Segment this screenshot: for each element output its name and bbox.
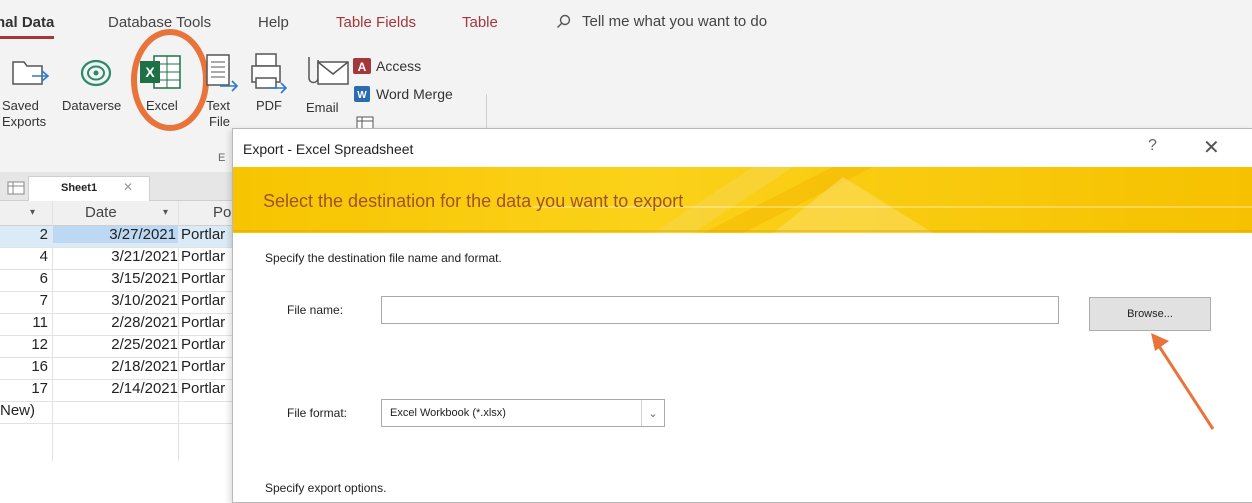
access-label: Access: [376, 58, 422, 74]
dataverse-label: Dataverse: [62, 98, 122, 113]
row-date: 3/10/2021: [111, 292, 178, 309]
word-merge-label: Word Merge: [376, 86, 453, 102]
column-header-date[interactable]: Date ▾: [53, 201, 178, 226]
row-date: 3/15/2021: [111, 270, 178, 287]
text-file-icon: [206, 54, 239, 92]
pdf-icon: [251, 53, 288, 94]
dataverse-icon: [80, 59, 112, 87]
saved-exports-button[interactable]: [8, 52, 50, 97]
browse-button[interactable]: Browse...: [1089, 297, 1211, 331]
row-id: 16: [31, 358, 48, 375]
row-city: Portlar: [181, 336, 226, 353]
saved-exports-label: Saved Exports: [2, 98, 47, 129]
pdf-export-button[interactable]: [250, 52, 290, 99]
word-merge-icon: W: [354, 86, 370, 102]
row-date: 3/27/2021: [53, 226, 178, 243]
export-options-text: Specify export options.: [265, 481, 387, 495]
export-dialog: Export - Excel Spreadsheet ? ✕ Select th…: [232, 128, 1252, 503]
chevron-down-icon[interactable]: ⌄: [641, 400, 664, 426]
row-city: Portlar: [181, 248, 226, 265]
row-id: 6: [39, 270, 48, 287]
row-id: 2: [39, 226, 48, 243]
new-row-label: New): [0, 402, 36, 419]
row-city: Portlar: [181, 270, 226, 287]
svg-text:A: A: [358, 60, 367, 74]
file-format-select[interactable]: Excel Workbook (*.xlsx) ⌄: [381, 399, 665, 427]
dataverse-button[interactable]: [76, 54, 116, 97]
row-id: 17: [31, 380, 48, 397]
table-row[interactable]: 2 3/27/2021 Portlar: [0, 226, 240, 248]
new-row[interactable]: New): [0, 402, 240, 424]
banner-heading: Select the destination for the data you …: [263, 191, 684, 211]
datasheet-grid: ▾ Date ▾ Po 2 3/27/2021 Portlar 4 3/21/2…: [0, 201, 240, 501]
close-tab-icon[interactable]: ✕: [123, 180, 133, 194]
row-id: 11: [32, 314, 48, 331]
row-id: 12: [31, 336, 48, 353]
file-format-label: File format:: [287, 406, 348, 420]
dropdown-arrow-icon: ▾: [163, 207, 169, 218]
text-file-button[interactable]: [204, 52, 240, 99]
table-row[interactable]: 16 2/18/2021 Portlar: [0, 358, 240, 380]
sheet-tab-label: Sheet1: [61, 182, 98, 194]
file-name-input[interactable]: [381, 296, 1059, 324]
pdf-label: PDF: [256, 98, 282, 113]
table-row[interactable]: 17 2/14/2021 Portlar: [0, 380, 240, 402]
row-city: Portlar: [181, 314, 226, 331]
row-city: Portlar: [181, 380, 226, 397]
row-date: 2/18/2021: [111, 358, 178, 375]
help-button[interactable]: ?: [1148, 137, 1157, 155]
table-row[interactable]: 7 3/10/2021 Portlar: [0, 292, 240, 314]
row-date: 2/28/2021: [111, 314, 178, 331]
dialog-title: Export - Excel Spreadsheet: [243, 141, 414, 157]
column-header-date-label: Date: [85, 204, 117, 221]
svg-text:W: W: [357, 90, 367, 101]
column-header-city[interactable]: Po: [179, 201, 240, 226]
row-id: 7: [39, 292, 48, 309]
file-format-value: Excel Workbook (*.xlsx): [390, 407, 506, 419]
tab-sheet1[interactable]: Sheet1 ✕: [7, 176, 150, 201]
row-id: 4: [39, 248, 48, 265]
column-header-city-label: Po: [213, 204, 232, 221]
browse-button-label: Browse...: [1127, 308, 1173, 320]
close-icon[interactable]: ✕: [1203, 135, 1220, 160]
document-tab-strip: Sheet1 ✕: [0, 172, 240, 201]
tell-me-text: Tell me what you want to do: [582, 13, 768, 30]
row-date: 2/25/2021: [111, 336, 178, 353]
access-export-button[interactable]: A Access: [352, 56, 421, 76]
tab-table-fields[interactable]: Table Fields: [336, 14, 416, 31]
search-icon: [557, 14, 571, 28]
email-export-button[interactable]: [306, 54, 350, 95]
row-city: Portlar: [181, 292, 226, 309]
email-icon: [308, 57, 349, 85]
table-row[interactable]: 11 2/28/2021 Portlar: [0, 314, 240, 336]
table-row[interactable]: 12 2/25/2021 Portlar: [0, 336, 240, 358]
instruction-text: Specify the destination file name and fo…: [265, 251, 502, 265]
export-group-label: E: [218, 152, 226, 164]
row-date: 3/21/2021: [111, 248, 178, 265]
tab-table[interactable]: Table: [462, 14, 498, 31]
annotation-arrow: [1151, 333, 1215, 430]
text-file-label: Text File: [206, 98, 230, 129]
annotation-circle: [131, 29, 209, 131]
email-label: Email: [306, 100, 339, 115]
saved-exports-icon: [12, 61, 50, 85]
tell-me-search[interactable]: Tell me what you want to do: [556, 13, 767, 30]
row-city: Portlar: [181, 226, 226, 243]
row-date: 2/14/2021: [111, 380, 178, 397]
file-name-label: File name:: [287, 303, 344, 317]
tab-external-data[interactable]: nal Data: [0, 14, 55, 39]
word-merge-button[interactable]: W Word Merge: [352, 84, 453, 104]
table-row[interactable]: 4 3/21/2021 Portlar: [0, 248, 240, 270]
access-icon: A: [353, 58, 371, 74]
row-city: Portlar: [181, 358, 226, 375]
table-row[interactable]: 6 3/15/2021 Portlar: [0, 270, 240, 292]
table-icon: [7, 181, 25, 195]
tab-help[interactable]: Help: [258, 14, 289, 31]
dropdown-arrow-icon: ▾: [30, 207, 36, 218]
dialog-banner: Select the destination for the data you …: [233, 167, 1252, 233]
column-header-id[interactable]: ▾: [0, 201, 52, 226]
